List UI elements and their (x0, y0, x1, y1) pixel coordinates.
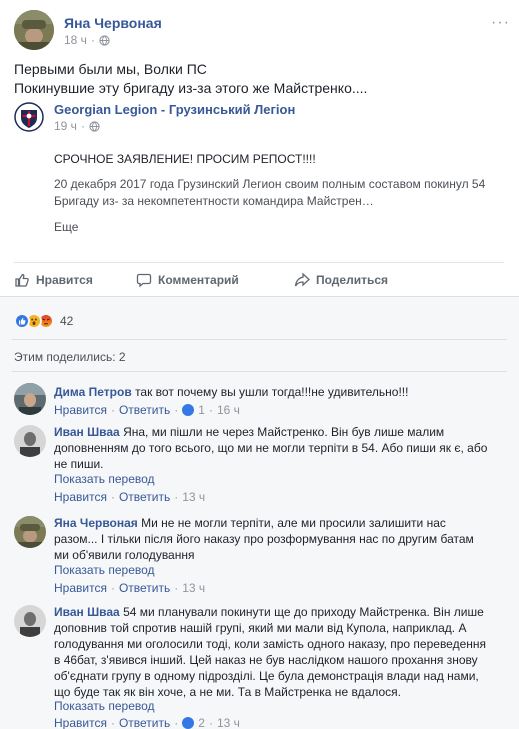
show-translation-link[interactable]: Показать перевод (54, 563, 155, 577)
comment-time[interactable]: 16 ч (217, 403, 240, 417)
separator-dot: · (174, 403, 179, 417)
comment-text: 54 ми планували покинути ще до приходу М… (54, 605, 487, 699)
post-meta: 18 ч · (64, 33, 110, 47)
author-avatar[interactable] (14, 10, 54, 50)
divider (12, 371, 507, 372)
comment-like-link[interactable]: Нравится (54, 581, 107, 595)
comment-time[interactable]: 13 ч (182, 581, 205, 595)
commenter-avatar[interactable] (14, 516, 46, 548)
comment-like-count[interactable]: 2 (198, 716, 205, 729)
comment-body: Иван Шваа Яна, ми пішли не через Майстре… (54, 424, 494, 472)
share-button[interactable]: Поделиться (266, 263, 388, 297)
comment-text: так вот почему вы ушли тогда!!!не удивит… (135, 385, 409, 399)
separator-dot: · (174, 581, 179, 595)
globe-icon (89, 120, 100, 132)
commenter-avatar[interactable] (14, 383, 46, 415)
see-more-link[interactable]: Еще (54, 220, 78, 234)
post-time[interactable]: 18 ч (64, 33, 87, 47)
comment-button-label: Комментарий (158, 272, 239, 287)
share-button-label: Поделиться (316, 272, 389, 287)
speech-bubble-icon (136, 273, 152, 287)
separator-dot: · (110, 581, 115, 595)
georgian-legion-logo-icon[interactable] (14, 102, 44, 132)
separator-dot: · (174, 716, 179, 729)
shared-title: СРОЧНОЕ ЗАЯВЛЕНИЕ! ПРОСИМ РЕПОСТ!!!! (54, 152, 316, 166)
commenter-avatar[interactable] (14, 425, 46, 457)
comment-like-link[interactable]: Нравится (54, 490, 107, 504)
comment-like-link[interactable]: Нравится (54, 716, 107, 729)
comment-author[interactable]: Иван Шваа (54, 605, 120, 619)
comment-reply-link[interactable]: Ответить (119, 581, 170, 595)
post-text: Первыми были мы, Волки ПС Покинувшие эту… (14, 60, 504, 98)
comment-reply-link[interactable]: Ответить (119, 716, 170, 729)
post-author-name[interactable]: Яна Червоная (64, 15, 162, 31)
comment-footer: Нравится · Ответить · 13 ч (54, 490, 205, 504)
comment-time[interactable]: 13 ч (217, 716, 240, 729)
globe-icon (99, 34, 110, 46)
separator-dot: · (80, 119, 85, 133)
shared-page-name[interactable]: Georgian Legion - Грузинський Легіон (54, 102, 295, 117)
reactions-count: 42 (60, 314, 74, 328)
separator-dot: · (90, 33, 95, 47)
show-translation-link[interactable]: Показать перевод (54, 699, 155, 713)
separator-dot: · (208, 403, 213, 417)
comments-section: 42 Этим поделились: 2 Дима Петров так во… (0, 296, 519, 729)
comment-like-link[interactable]: Нравится (54, 403, 107, 417)
comment-body: Иван Шваа 54 ми планували покинути ще до… (54, 604, 494, 700)
comment-button[interactable]: Комментарий (106, 263, 266, 297)
reactions-summary[interactable]: 42 (14, 313, 73, 329)
post-actions-bar: Нравится Комментарий Поделиться (14, 262, 504, 296)
shares-link[interactable]: Этим поделились: 2 (14, 350, 126, 364)
separator-dot: · (174, 490, 179, 504)
comment-footer: Нравится · Ответить · 1 · 16 ч (54, 403, 240, 417)
shared-time[interactable]: 19 ч (54, 119, 77, 133)
comment-author[interactable]: Иван Шваа (54, 425, 120, 439)
comment-like-count[interactable]: 1 (198, 403, 205, 417)
separator-dot: · (110, 490, 115, 504)
comment-body: Яна Червоная Ми не не могли терпіти, але… (54, 515, 484, 563)
divider (12, 339, 507, 340)
comment-reply-link[interactable]: Ответить (119, 403, 170, 417)
shared-meta: 19 ч · (54, 119, 100, 133)
comment-like-count-icon (182, 717, 195, 729)
comment-reply-link[interactable]: Ответить (119, 490, 170, 504)
shared-body: 20 декабря 2017 года Грузинский Легион с… (54, 177, 486, 208)
comment-author[interactable]: Дима Петров (54, 385, 132, 399)
thumbs-up-icon (15, 273, 29, 287)
post-text-line: Первыми были мы, Волки ПС (14, 61, 207, 77)
comment-time[interactable]: 13 ч (182, 490, 205, 504)
separator-dot: · (208, 716, 213, 729)
like-button-label: Нравится (36, 272, 93, 287)
share-arrow-icon (294, 272, 310, 286)
post-header: Яна Червоная 18 ч · ··· (14, 10, 514, 50)
more-options-icon[interactable]: ··· (491, 14, 510, 32)
like-reaction-icon (14, 313, 30, 329)
post-text-line: Покинувшие эту бригаду из-за этого же Ма… (14, 80, 368, 96)
comment-body: Дима Петров так вот почему вы ушли тогда… (54, 384, 504, 400)
separator-dot: · (110, 716, 115, 729)
comment-footer: Нравится · Ответить · 2 · 13 ч (54, 716, 240, 729)
comment-author[interactable]: Яна Червоная (54, 516, 138, 530)
commenter-avatar[interactable] (14, 605, 46, 637)
show-translation-link[interactable]: Показать перевод (54, 472, 155, 486)
separator-dot: · (110, 403, 115, 417)
comment-like-count-icon (182, 404, 195, 416)
comment-footer: Нравится · Ответить · 13 ч (54, 581, 205, 595)
like-button[interactable]: Нравится (14, 263, 106, 297)
